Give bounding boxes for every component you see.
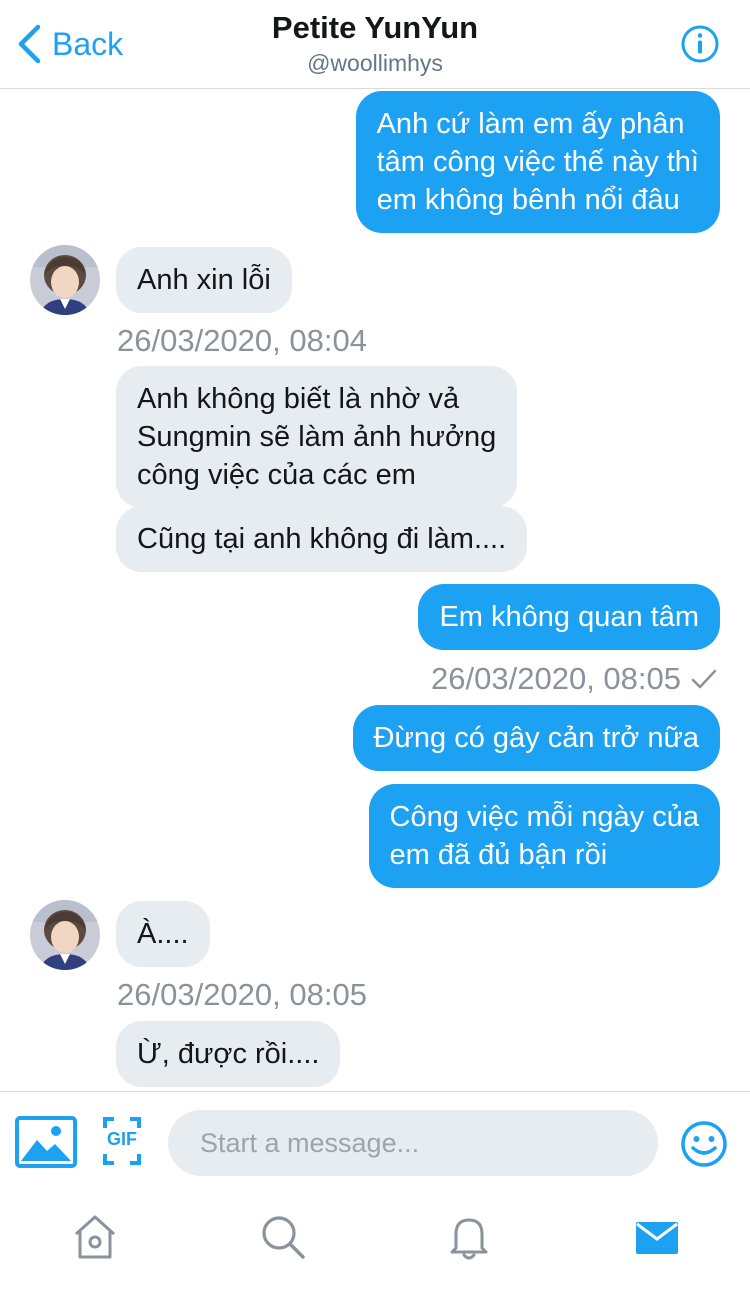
gif-label: GIF bbox=[107, 1129, 137, 1149]
info-icon[interactable] bbox=[680, 24, 720, 64]
message-bubble-incoming[interactable]: Cũng tại anh không đi làm.... bbox=[116, 506, 528, 572]
message-line: Anh xin lỗi bbox=[137, 264, 271, 296]
avatar-photo bbox=[30, 245, 100, 315]
timestamp: 26/03/2020, 08:05 bbox=[117, 977, 367, 1012]
conversation-handle: @woollimhys bbox=[307, 50, 443, 76]
avatar[interactable] bbox=[30, 900, 100, 970]
conversation-header: Back Petite YunYun @woollimhys bbox=[0, 0, 750, 89]
timestamp-text: 26/03/2020, 08:05 bbox=[431, 661, 681, 696]
timestamp: 26/03/2020, 08:05 bbox=[431, 661, 717, 697]
message-line: em không bênh nổi đâu bbox=[376, 184, 680, 216]
message-input[interactable]: Start a message... bbox=[168, 1110, 658, 1176]
message-line: Cũng tại anh không đi làm.... bbox=[137, 523, 507, 555]
message-line: em đã đủ bận rồi bbox=[389, 839, 608, 871]
search-icon[interactable] bbox=[258, 1212, 308, 1262]
timestamp: 26/03/2020, 08:04 bbox=[117, 323, 367, 358]
read-check-icon bbox=[691, 669, 717, 689]
image-icon[interactable] bbox=[15, 1116, 77, 1168]
avatar-photo bbox=[30, 900, 100, 970]
avatar[interactable] bbox=[30, 245, 100, 315]
bell-icon[interactable] bbox=[444, 1212, 494, 1262]
message-line: tâm công việc thế này thì bbox=[376, 146, 699, 178]
mail-icon[interactable] bbox=[632, 1212, 682, 1262]
tab-bar bbox=[0, 1194, 750, 1293]
conversation-title[interactable]: Petite YunYun bbox=[0, 10, 750, 46]
message-bubble-incoming[interactable]: À.... bbox=[116, 901, 210, 967]
message-bubble-outgoing[interactable]: Công việc mỗi ngày của em đã đủ bận rồi bbox=[368, 784, 720, 888]
message-bubble-incoming[interactable]: Anh xin lỗi bbox=[116, 247, 292, 313]
message-line: Anh cứ làm em ấy phân bbox=[376, 108, 685, 140]
message-line: Công việc mỗi ngày của bbox=[389, 801, 700, 833]
gif-button[interactable]: GIF bbox=[102, 1116, 142, 1166]
message-bubble-incoming[interactable]: Ừ, được rồi.... bbox=[116, 1021, 341, 1087]
message-line: Em không quan tâm bbox=[439, 601, 699, 633]
message-bubble-outgoing[interactable]: Anh cứ làm em ấy phân tâm công việc thế … bbox=[355, 91, 720, 233]
message-bubble-incoming[interactable]: Anh không biết là nhờ vả Sungmin sẽ làm … bbox=[116, 366, 518, 508]
message-composer: GIF Start a message... bbox=[0, 1091, 750, 1195]
message-bubble-outgoing[interactable]: Em không quan tâm bbox=[418, 584, 720, 650]
emoji-icon[interactable] bbox=[680, 1120, 728, 1168]
message-line: công việc của các em bbox=[137, 459, 416, 491]
message-line: Sungmin sẽ làm ảnh hưởng bbox=[137, 421, 497, 453]
message-line: Ừ, được rồi.... bbox=[137, 1038, 320, 1070]
message-line: À.... bbox=[137, 918, 189, 950]
home-icon[interactable] bbox=[70, 1212, 120, 1262]
message-bubble-outgoing[interactable]: Đừng có gây cản trở nữa bbox=[352, 705, 720, 771]
message-line: Anh không biết là nhờ vả bbox=[137, 383, 460, 415]
message-line: Đừng có gây cản trở nữa bbox=[373, 722, 699, 754]
